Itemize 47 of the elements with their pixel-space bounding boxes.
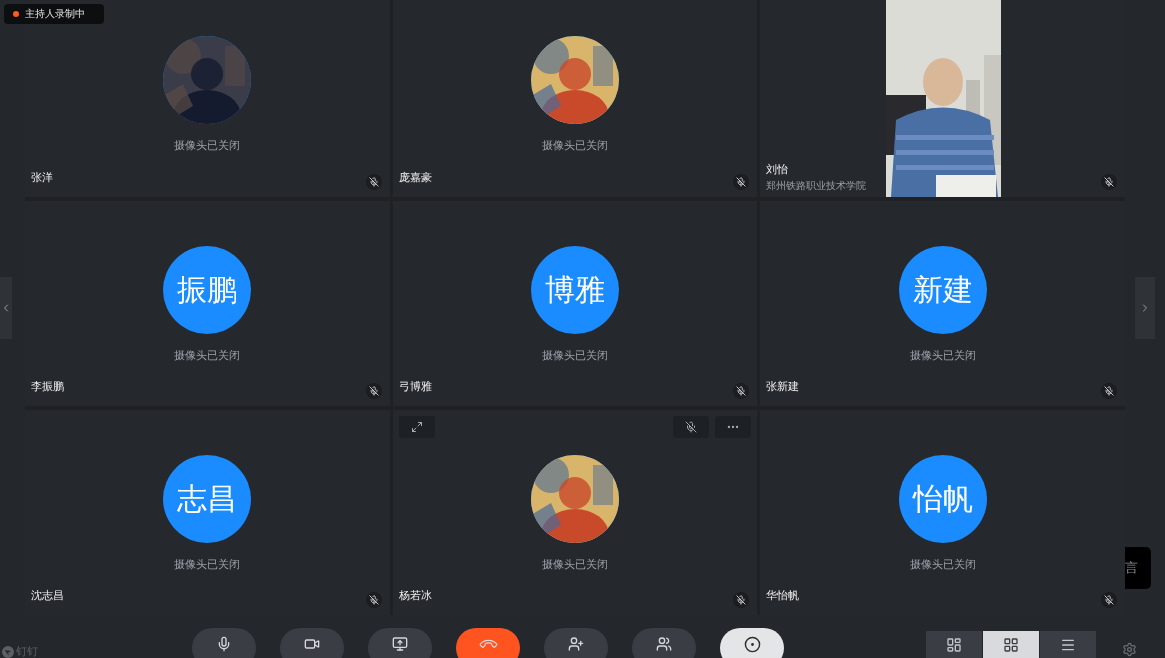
layout-icon — [946, 637, 962, 653]
participant-name: 刘怡 — [766, 162, 790, 177]
invite-button[interactable] — [544, 628, 608, 658]
participant-organization: 郑州铁路职业技术学院 — [766, 179, 867, 193]
members-button[interactable] — [632, 628, 696, 658]
participant-name: 张新建 — [766, 379, 800, 394]
recording-label: 主持人录制中 — [25, 7, 85, 21]
mic-button[interactable] — [192, 628, 256, 658]
camera-status: 摄像头已关闭 — [909, 557, 976, 572]
muted-microphone-icon — [685, 421, 698, 433]
mute-button[interactable] — [673, 416, 710, 438]
camera-status: 摄像头已关闭 — [174, 557, 241, 572]
video-camera-icon — [304, 636, 320, 652]
record-button[interactable] — [720, 628, 784, 658]
camera-status: 摄像头已关闭 — [542, 348, 608, 363]
settings-icon[interactable] — [1122, 642, 1137, 657]
camera-button[interactable] — [280, 628, 344, 658]
participant-name: 弓博雅 — [398, 379, 432, 394]
camera-status: 摄像头已关闭 — [909, 348, 976, 363]
participant-name: 张洋 — [31, 170, 53, 185]
camera-status: 摄像头已关闭 — [174, 348, 241, 363]
add-person-icon — [568, 636, 584, 652]
participant-name: 杨若冰 — [398, 588, 432, 603]
share-button[interactable] — [368, 628, 432, 658]
participant-name: 华怡帆 — [766, 588, 800, 603]
app-name: 钉钉 — [16, 644, 38, 658]
fullscreen-button[interactable] — [398, 416, 435, 438]
avatar: 振鹏 — [163, 246, 252, 334]
camera-status: 摄像头已关闭 — [542, 557, 608, 572]
camera-status: 摄像头已关闭 — [542, 138, 608, 153]
avatar: 新建 — [898, 246, 987, 334]
side-panel-tab[interactable]: 言 — [1125, 547, 1151, 589]
avatar: 志昌 — [163, 455, 252, 543]
avatar: 博雅 — [531, 246, 619, 334]
microphone-icon — [216, 636, 232, 652]
list-icon — [1060, 637, 1076, 653]
avatar: 怡帆 — [898, 455, 987, 543]
camera-status: 摄像头已关闭 — [174, 138, 241, 153]
people-icon — [656, 636, 672, 652]
expand-icon — [410, 421, 423, 433]
hangup-button[interactable] — [456, 628, 520, 658]
participant-name: 李振鹏 — [31, 379, 64, 394]
screen-share-icon — [392, 636, 408, 652]
grid-icon — [1003, 637, 1019, 653]
participant-name: 庞嘉豪 — [398, 170, 432, 185]
participant-name: 沈志昌 — [31, 588, 64, 603]
record-icon — [743, 635, 761, 653]
